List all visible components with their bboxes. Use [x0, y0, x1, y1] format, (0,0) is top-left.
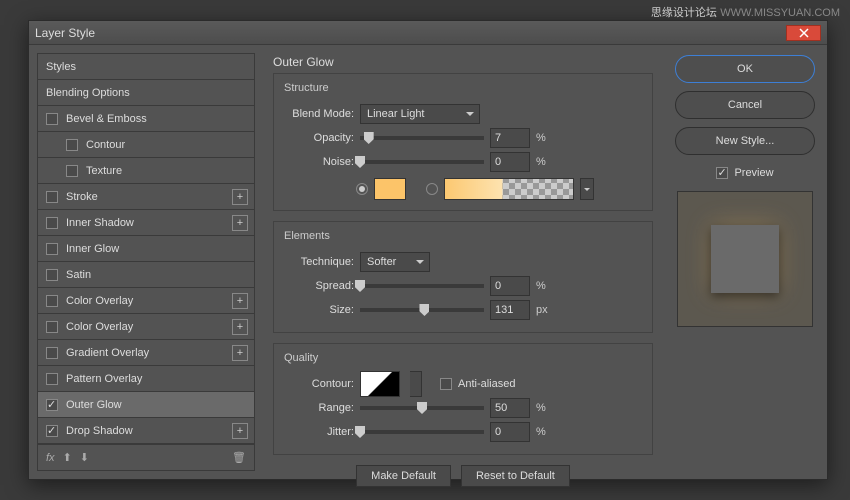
jitter-label: Jitter: [284, 426, 354, 438]
noise-slider[interactable] [360, 160, 484, 164]
solid-color-radio[interactable] [356, 183, 368, 195]
stroke-item[interactable]: Stroke+ [38, 184, 254, 210]
inner-shadow-checkbox[interactable] [46, 217, 58, 229]
elements-fieldset: Elements Technique: Softer Spread: % Siz… [273, 221, 653, 333]
range-label: Range: [284, 402, 354, 414]
color-overlay2-checkbox[interactable] [46, 321, 58, 333]
technique-dropdown[interactable]: Softer [360, 252, 430, 272]
trash-icon[interactable]: 🗑 [232, 451, 246, 464]
reset-default-button[interactable]: Reset to Default [461, 465, 570, 487]
preview-label: Preview [734, 167, 773, 179]
outer-glow-item[interactable]: Outer Glow [38, 392, 254, 418]
preview-checkbox[interactable] [716, 167, 728, 179]
gradient-overlay-item[interactable]: Gradient Overlay+ [38, 340, 254, 366]
satin-checkbox[interactable] [46, 269, 58, 281]
make-default-button[interactable]: Make Default [356, 465, 451, 487]
close-icon [799, 28, 809, 38]
range-input[interactable] [490, 398, 530, 418]
watermark-cn: 思缘设计论坛 [651, 7, 717, 19]
titlebar[interactable]: Layer Style [29, 21, 827, 45]
styles-header[interactable]: Styles [38, 54, 254, 80]
fx-menu-icon[interactable]: fx [46, 452, 55, 464]
pattern-overlay-item[interactable]: Pattern Overlay [38, 366, 254, 392]
color-overlay2-add-icon[interactable]: + [232, 319, 248, 335]
watermark-url: WWW.MISSYUAN.COM [720, 7, 840, 19]
gradient-radio[interactable] [426, 183, 438, 195]
jitter-input[interactable] [490, 422, 530, 442]
structure-fieldset: Structure Blend Mode: Linear Light Opaci… [273, 73, 653, 211]
texture-item[interactable]: Texture [38, 158, 254, 184]
gradient-overlay-add-icon[interactable]: + [232, 345, 248, 361]
opacity-input[interactable] [490, 128, 530, 148]
inner-glow-item[interactable]: Inner Glow [38, 236, 254, 262]
move-down-icon[interactable]: ⬇ [80, 451, 89, 464]
gradient-overlay-checkbox[interactable] [46, 347, 58, 359]
bevel-emboss-item[interactable]: Bevel & Emboss [38, 106, 254, 132]
blend-mode-label: Blend Mode: [284, 108, 354, 120]
dialog-title: Layer Style [35, 26, 786, 40]
opacity-label: Opacity: [284, 132, 354, 144]
close-button[interactable] [786, 25, 821, 41]
glow-gradient-swatch[interactable] [444, 178, 574, 200]
inner-shadow-add-icon[interactable]: + [232, 215, 248, 231]
bevel-checkbox[interactable] [46, 113, 58, 125]
settings-panel: Outer Glow Structure Blend Mode: Linear … [265, 53, 661, 471]
styles-panel: Styles Blending Options Bevel & Emboss C… [37, 53, 255, 471]
outer-glow-checkbox[interactable] [46, 399, 58, 411]
noise-label: Noise: [284, 156, 354, 168]
preview-thumbnail [677, 191, 813, 327]
glow-color-swatch[interactable] [374, 178, 406, 200]
contour-picker[interactable] [360, 371, 400, 397]
size-slider[interactable] [360, 308, 484, 312]
drop-shadow-item[interactable]: Drop Shadow+ [38, 418, 254, 444]
drop-shadow-add-icon[interactable]: + [232, 423, 248, 439]
inner-shadow-item[interactable]: Inner Shadow+ [38, 210, 254, 236]
texture-checkbox[interactable] [66, 165, 78, 177]
range-slider[interactable] [360, 406, 484, 410]
blending-options-item[interactable]: Blending Options [38, 80, 254, 106]
ok-button[interactable]: OK [675, 55, 815, 83]
noise-input[interactable] [490, 152, 530, 172]
contour-label: Contour: [284, 378, 354, 390]
cancel-button[interactable]: Cancel [675, 91, 815, 119]
contour-checkbox[interactable] [66, 139, 78, 151]
stroke-checkbox[interactable] [46, 191, 58, 203]
panel-title: Outer Glow [273, 55, 653, 69]
opacity-slider[interactable] [360, 136, 484, 140]
jitter-slider[interactable] [360, 430, 484, 434]
spread-slider[interactable] [360, 284, 484, 288]
color-overlay2-item[interactable]: Color Overlay+ [38, 314, 254, 340]
styles-bottom-bar: fx ⬆ ⬇ 🗑 [37, 445, 255, 471]
size-input[interactable] [490, 300, 530, 320]
spread-input[interactable] [490, 276, 530, 296]
move-up-icon[interactable]: ⬆ [63, 451, 72, 464]
stroke-add-icon[interactable]: + [232, 189, 248, 205]
contour-dropdown-icon[interactable] [410, 371, 422, 397]
color-overlay1-checkbox[interactable] [46, 295, 58, 307]
quality-title: Quality [284, 352, 642, 364]
new-style-button[interactable]: New Style... [675, 127, 815, 155]
pattern-overlay-checkbox[interactable] [46, 373, 58, 385]
drop-shadow-checkbox[interactable] [46, 425, 58, 437]
blend-mode-dropdown[interactable]: Linear Light [360, 104, 480, 124]
color-overlay1-item[interactable]: Color Overlay+ [38, 288, 254, 314]
right-panel: OK Cancel New Style... Preview [671, 53, 819, 471]
preview-inner [711, 225, 779, 293]
layer-style-dialog: Layer Style Styles Blending Options Beve… [28, 20, 828, 480]
gradient-dropdown-icon[interactable] [580, 178, 594, 200]
technique-label: Technique: [284, 256, 354, 268]
spread-label: Spread: [284, 280, 354, 292]
inner-glow-checkbox[interactable] [46, 243, 58, 255]
quality-fieldset: Quality Contour: Anti-aliased Range: % [273, 343, 653, 455]
color-overlay1-add-icon[interactable]: + [232, 293, 248, 309]
elements-title: Elements [284, 230, 642, 242]
satin-item[interactable]: Satin [38, 262, 254, 288]
structure-title: Structure [284, 82, 642, 94]
contour-item[interactable]: Contour [38, 132, 254, 158]
size-label: Size: [284, 304, 354, 316]
anti-aliased-checkbox[interactable] [440, 378, 452, 390]
anti-aliased-label: Anti-aliased [458, 378, 515, 390]
